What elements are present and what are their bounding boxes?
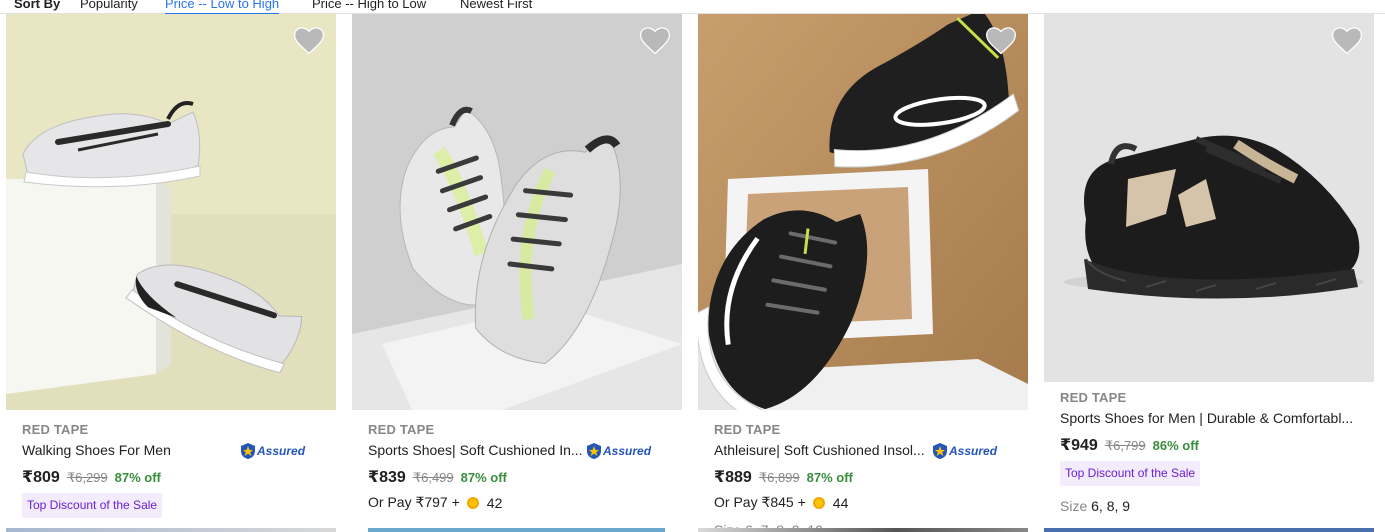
coin-count: 44 [832, 494, 849, 511]
sort-by-label: Sort By [14, 0, 61, 11]
selling-price: ₹839 [368, 469, 406, 486]
or-pay-text: Or Pay ₹845 + [714, 494, 806, 510]
supercoin-icon [812, 496, 825, 509]
size-values: 6, 8, 9 [1091, 498, 1131, 514]
product-card[interactable]: RED TAPE Sports Shoes for Men | Durable … [1044, 14, 1374, 532]
sort-option-price-high-low[interactable]: Price -- High to Low [312, 0, 426, 11]
or-pay-with-coins: Or Pay ₹845 + 44 [714, 494, 848, 511]
product-image[interactable] [698, 14, 1028, 410]
supercoin-icon [466, 496, 479, 509]
product-card[interactable]: RED TAPE Athleisure| Soft Cushioned Inso… [698, 14, 1028, 532]
product-card[interactable]: RED TAPE Walking Shoes For Men Assured ₹… [6, 14, 336, 532]
discount-percent: 86% off [1152, 438, 1199, 453]
price-row: ₹809 ₹6,299 87% off [22, 467, 161, 487]
product-brand: RED TAPE [368, 422, 435, 437]
next-row-image-peek [368, 528, 665, 532]
assured-label: Assured [257, 444, 306, 458]
original-price: ₹6,299 [66, 470, 108, 485]
selling-price: ₹949 [1060, 437, 1098, 454]
product-title[interactable]: Sports Shoes| Soft Cushioned In... [368, 442, 584, 458]
top-discount-badge: Top Discount of the Sale [22, 493, 163, 518]
next-row-image-peek [698, 528, 1028, 532]
sort-option-newest[interactable]: Newest First [460, 0, 532, 11]
product-brand: RED TAPE [22, 422, 89, 437]
assured-label: Assured [949, 444, 998, 458]
assured-label: Assured [603, 444, 652, 458]
assured-badge: Assured [932, 442, 997, 460]
discount-percent: 87% off [460, 470, 507, 485]
product-card[interactable]: RED TAPE Sports Shoes| Soft Cushioned In… [352, 14, 682, 532]
heart-icon[interactable] [1332, 27, 1362, 55]
heart-icon[interactable] [294, 27, 324, 55]
shield-icon [241, 443, 255, 459]
sort-bar: Sort By Popularity Price -- Low to High … [0, 0, 1385, 15]
price-row: ₹889 ₹6,899 87% off [714, 467, 853, 487]
product-image[interactable] [6, 14, 336, 410]
product-title[interactable]: Walking Shoes For Men [22, 442, 232, 458]
or-pay-text: Or Pay ₹797 + [368, 494, 460, 510]
original-price: ₹6,499 [412, 470, 454, 485]
size-label: Size [1060, 498, 1088, 514]
next-row-image-peek [1044, 528, 1374, 532]
coin-count: 42 [486, 494, 503, 511]
available-sizes: Size 6, 8, 9 [1060, 498, 1130, 514]
sort-option-price-low-high[interactable]: Price -- Low to High [165, 0, 280, 15]
product-title[interactable]: Athleisure| Soft Cushioned Insol... [714, 442, 930, 458]
top-discount-badge: Top Discount of the Sale [1060, 461, 1201, 486]
assured-badge: Assured [240, 442, 305, 460]
selling-price: ₹889 [714, 469, 752, 486]
product-brand: RED TAPE [714, 422, 781, 437]
selling-price: ₹809 [22, 469, 60, 486]
original-price: ₹6,899 [758, 470, 800, 485]
product-image[interactable] [1044, 14, 1374, 382]
product-image[interactable] [352, 14, 682, 410]
heart-icon[interactable] [986, 27, 1016, 55]
price-row: ₹949 ₹6,799 86% off [1060, 435, 1199, 455]
original-price: ₹6,799 [1104, 438, 1146, 453]
product-title[interactable]: Sports Shoes for Men | Durable & Comfort… [1060, 410, 1360, 426]
shield-icon [933, 443, 947, 459]
heart-icon[interactable] [640, 27, 670, 55]
sort-option-popularity[interactable]: Popularity [80, 0, 138, 11]
discount-percent: 87% off [114, 470, 161, 485]
product-brand: RED TAPE [1060, 390, 1127, 405]
price-row: ₹839 ₹6,499 87% off [368, 467, 507, 487]
shield-icon [587, 443, 601, 459]
assured-badge: Assured [586, 442, 651, 460]
or-pay-with-coins: Or Pay ₹797 + 42 [368, 494, 502, 511]
next-row-image-peek [6, 528, 336, 532]
discount-percent: 87% off [806, 470, 853, 485]
